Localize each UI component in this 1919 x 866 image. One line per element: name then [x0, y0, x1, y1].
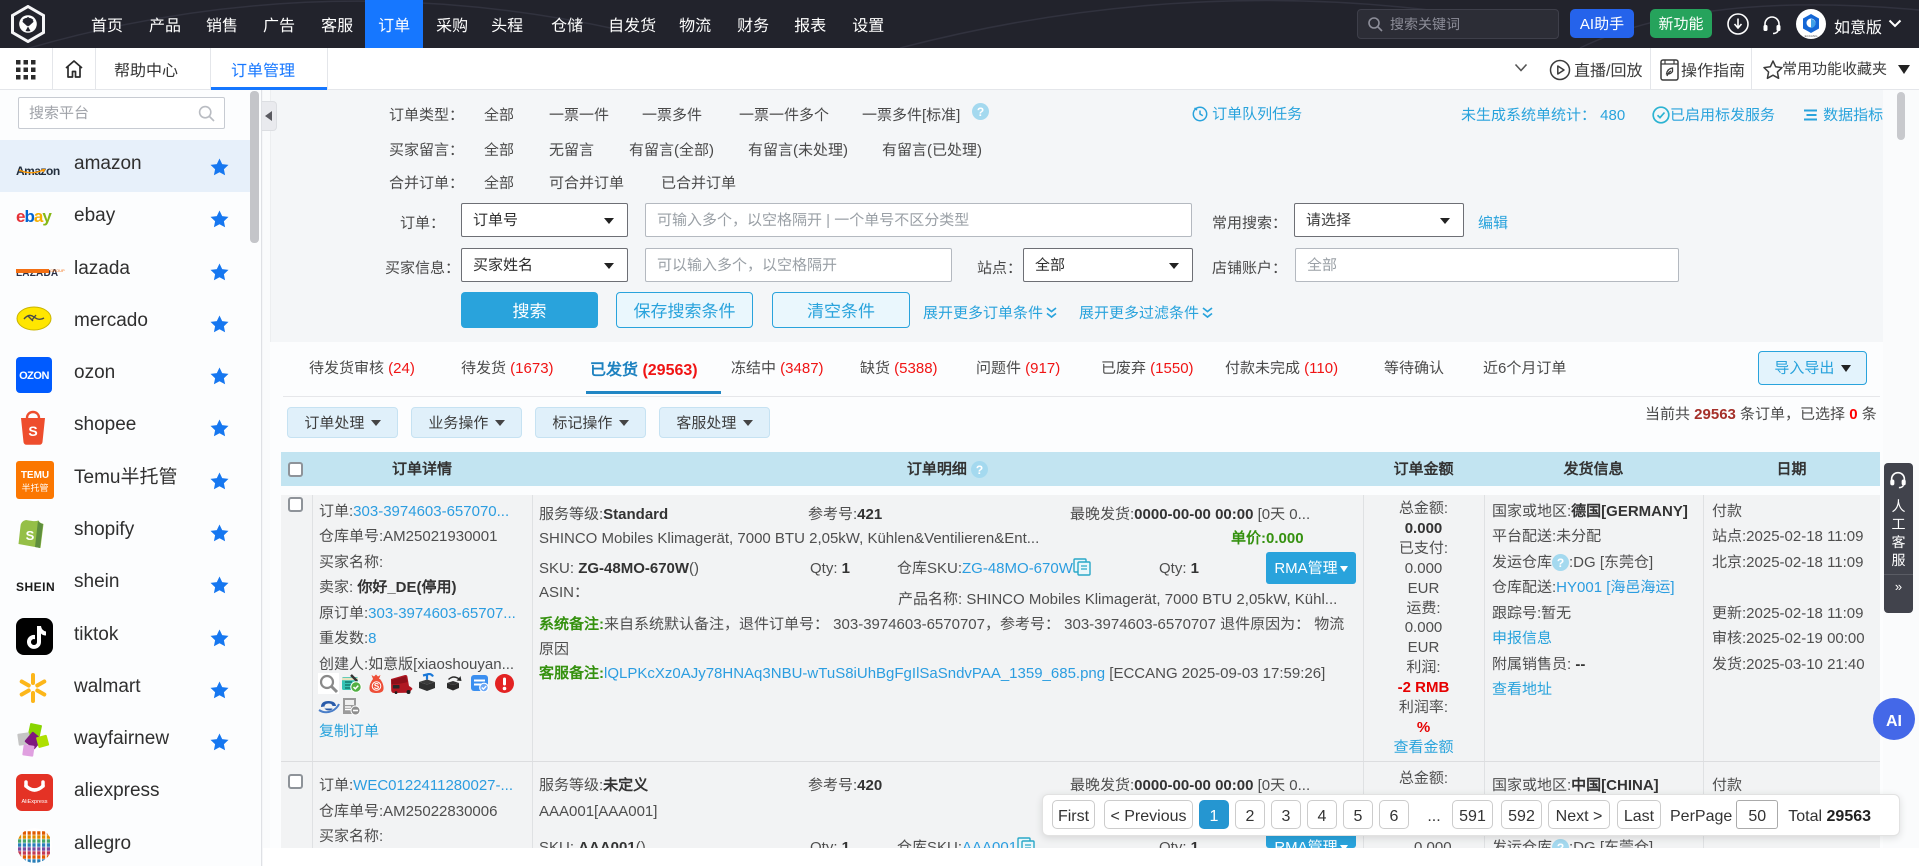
svg-text:S: S	[26, 525, 35, 544]
svg-text:S: S	[374, 681, 380, 692]
svg-text:AliExpress: AliExpress	[22, 797, 48, 805]
svg-text:S: S	[28, 421, 37, 441]
svg-text:ECCANG: ECCANG	[1805, 34, 1819, 38]
